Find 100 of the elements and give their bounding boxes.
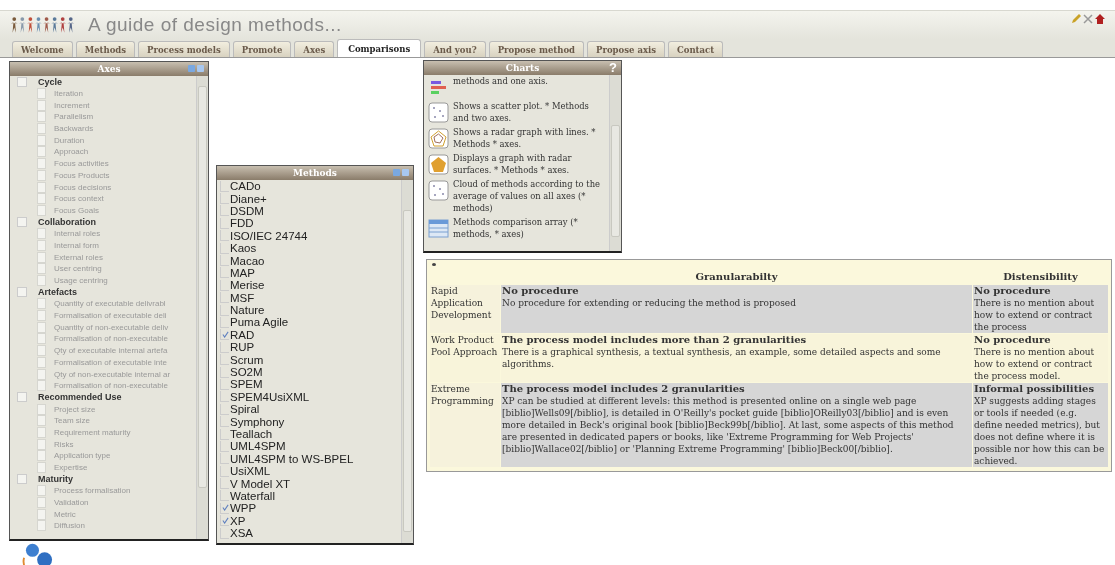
tab[interactable]: Promote [232,41,292,57]
chart-option[interactable]: Methods comparison array (* methods, * axes) [453,216,607,240]
scrollbar[interactable] [196,76,208,539]
checkbox[interactable] [37,239,46,251]
tab[interactable]: Comparisons [337,39,422,57]
checkbox[interactable] [37,321,46,333]
checkbox[interactable] [220,515,229,527]
tab[interactable]: Propose method [488,41,585,57]
tab[interactable]: Contact [668,41,724,57]
checkbox[interactable] [220,527,229,539]
method-label[interactable]: Macao [230,254,265,267]
checkbox[interactable] [37,228,46,240]
method-label[interactable]: CADo [230,180,261,193]
tab[interactable]: Methods [75,41,136,57]
method-label[interactable]: UsiXML [230,465,271,478]
checkbox[interactable] [37,193,46,205]
method-label[interactable]: Puma Agile [230,316,289,329]
method-label[interactable]: MSF [230,291,255,304]
method-label[interactable]: Symphony [230,415,285,428]
checkbox[interactable] [220,304,229,316]
method-label[interactable]: MAP [230,266,255,279]
method-label[interactable]: Spiral [230,403,260,416]
checkbox[interactable] [220,193,229,205]
checkbox[interactable] [17,392,27,403]
checkbox[interactable] [220,391,229,403]
radar-chart-icon[interactable] [428,128,449,149]
method-label[interactable]: RUP [230,341,255,354]
minimize-icon[interactable] [188,65,195,72]
method-label[interactable]: XSA [230,527,253,540]
checkbox[interactable] [220,465,229,477]
checkbox[interactable] [220,279,229,291]
method-label[interactable]: Merise [230,279,265,292]
table-icon[interactable] [428,218,449,239]
checkbox[interactable] [37,403,46,415]
checkbox[interactable] [220,217,229,229]
axis-group-label[interactable]: Recommended Use [38,392,122,403]
checkbox[interactable] [37,368,46,380]
method-label[interactable]: UML4SPM to WS-BPEL [230,452,354,465]
checkbox[interactable] [37,158,46,170]
axis-group-label[interactable]: Collaboration [38,217,96,228]
checkbox[interactable] [37,181,46,193]
checkbox[interactable] [37,111,46,123]
tab[interactable]: Process models [138,41,230,57]
chart-option[interactable]: Displays a graph with radar surfaces. * Methods * axes. [453,152,607,176]
tab[interactable]: And you? [424,41,486,57]
chart-option[interactable]: methods and one axis. [453,75,548,87]
scrollbar[interactable] [401,180,413,543]
checkbox[interactable] [37,275,46,287]
checkbox[interactable] [37,251,46,263]
method-label[interactable]: FDD [230,217,254,230]
checkbox[interactable] [220,180,229,192]
method-label[interactable]: XP [230,514,246,527]
checkbox[interactable] [37,123,46,135]
checkbox[interactable] [220,292,229,304]
checkbox[interactable] [220,329,229,341]
house-icon[interactable] [1095,14,1105,24]
checkbox[interactable] [220,267,229,279]
checkbox[interactable] [37,88,46,100]
checkbox[interactable] [220,478,229,490]
axis-group-label[interactable]: Artefacts [38,287,77,298]
checkbox[interactable] [37,333,46,345]
checkbox[interactable] [220,490,229,502]
close-icon[interactable] [1083,14,1093,24]
checkbox[interactable] [37,204,46,216]
checkbox[interactable] [220,428,229,440]
method-label[interactable]: SPEM [230,378,263,391]
axis-group-label[interactable]: Cycle [38,76,63,87]
method-label[interactable]: V Model XT [230,477,291,490]
checkbox[interactable] [37,508,46,520]
method-label[interactable]: Nature [230,304,265,317]
checkbox[interactable] [220,354,229,366]
checkbox[interactable] [37,520,46,532]
minimize-icon[interactable] [393,169,400,176]
chart-option[interactable]: Shows a scatter plot. * Methods and two axes. [453,100,607,124]
checkbox[interactable] [37,263,46,275]
checkbox[interactable] [220,230,229,242]
method-label[interactable]: Diane+ [230,192,267,205]
checkbox[interactable] [17,76,27,87]
tab[interactable]: Axes [294,41,335,57]
tab[interactable]: Welcome [12,41,73,57]
checkbox[interactable] [37,345,46,357]
method-label[interactable]: WPP [230,502,257,515]
method-label[interactable]: Waterfall [230,489,275,502]
checkbox[interactable] [220,453,229,465]
method-label[interactable]: RAD [230,328,255,341]
checkbox[interactable] [37,426,46,438]
pencil-icon[interactable] [1071,14,1081,24]
method-label[interactable]: Scrum [230,353,264,366]
checkbox[interactable] [37,298,46,310]
checkbox[interactable] [220,242,229,254]
method-label[interactable]: ISO/IEC 24744 [230,229,308,242]
checkbox[interactable] [220,255,229,267]
checkbox[interactable] [37,438,46,450]
checkbox[interactable] [37,415,46,427]
method-label[interactable]: UML4SPM [230,440,286,453]
checkbox[interactable] [17,474,27,485]
method-label[interactable]: SO2M [230,366,263,379]
checkbox[interactable] [220,205,229,217]
checkbox[interactable] [220,403,229,415]
chart-option[interactable]: Shows a radar graph with lines. * Methods * axes. [453,126,607,150]
